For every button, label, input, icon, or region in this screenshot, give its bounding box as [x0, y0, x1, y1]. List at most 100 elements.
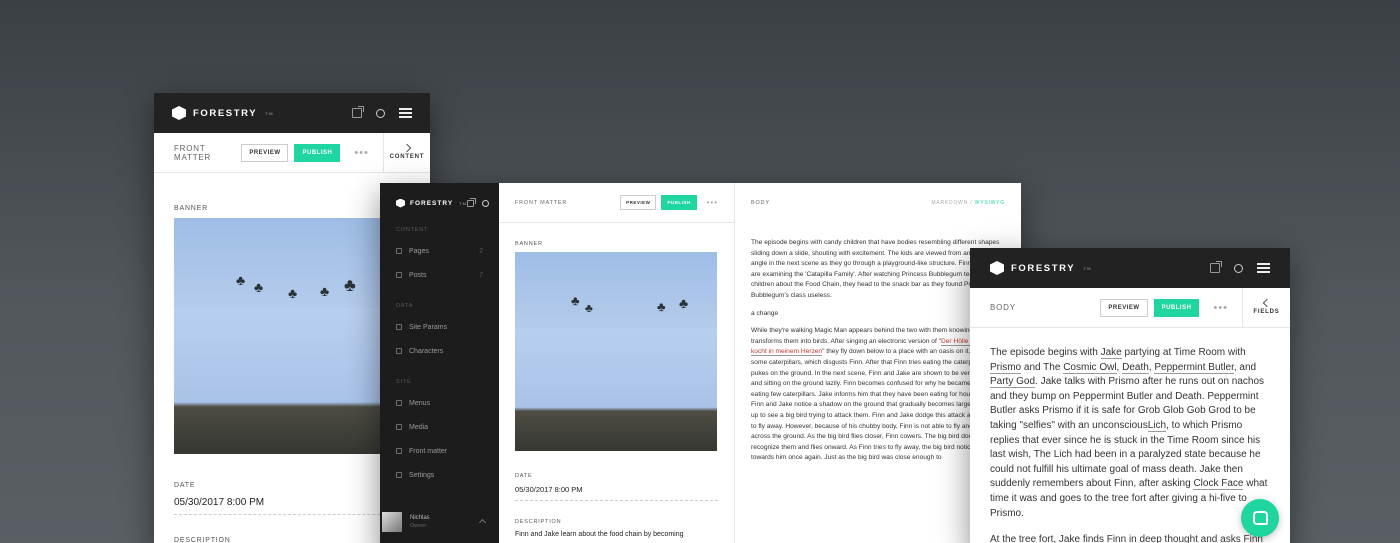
brand-tm: TM [459, 200, 467, 206]
more-options-button[interactable]: ••• [354, 147, 369, 159]
body-link[interactable]: Peppermint Butler [1154, 361, 1234, 374]
frontmatter-icon [396, 448, 402, 454]
brand-tm: TM [265, 110, 275, 116]
sidebar-item-count: 7 [479, 271, 483, 279]
hamburger-menu-icon[interactable] [1257, 263, 1270, 273]
body-paragraph: While they're walking Magic Man appears … [751, 326, 1005, 464]
chevron-right-icon [402, 143, 412, 153]
palm-tree-4: ♣ [679, 295, 689, 311]
description-label: DESCRIPTION [515, 519, 562, 525]
app-header: FORESTRY TM [970, 248, 1290, 288]
editor-toolbar: FRONT MATTER PREVIEW PUBLISH ••• CONTENT [154, 132, 430, 173]
palm-tree-2: ♣ [585, 301, 593, 315]
editor-toolbar: FRONT MATTER PREVIEW PUBLISH ••• [499, 183, 734, 223]
description-label: DESCRIPTION [174, 537, 231, 543]
body-title: BODY [751, 200, 770, 206]
external-link-icon[interactable] [1210, 261, 1222, 273]
body-toolbar: BODY PREVIEW PUBLISH ••• FIELDS [970, 287, 1290, 328]
more-options-button[interactable]: ••• [707, 198, 718, 207]
markdown-mode[interactable]: MARKDOWN [931, 200, 968, 206]
more-options-button[interactable]: ••• [1213, 302, 1228, 314]
brand-name: FORESTRY [193, 107, 258, 119]
user-profile[interactable]: Nichlas Owner [380, 509, 499, 535]
publish-button[interactable]: PUBLISH [294, 143, 341, 162]
description-input[interactable]: Finn and Jake learn about the food chain… [515, 531, 718, 538]
body-paragraph: The episode begins with Jake partying at… [990, 346, 1270, 521]
publish-button[interactable]: PUBLISH [661, 195, 697, 210]
publish-button[interactable]: PUBLISH [1153, 298, 1200, 317]
sidebar-item-pages[interactable]: Pages 2 [380, 239, 499, 263]
preview-button[interactable]: PREVIEW [620, 195, 657, 210]
status-circle-icon[interactable] [481, 199, 489, 207]
hamburger-menu-icon[interactable] [399, 108, 412, 118]
palm-tree-5: ♣ [344, 275, 356, 295]
forestry-logo-icon [990, 261, 1004, 275]
sidebar-section-title: SITE [396, 379, 412, 385]
forestry-logo-icon [396, 198, 405, 208]
sidebar-item-media[interactable]: Media [380, 415, 499, 439]
chat-launcher-button[interactable] [1241, 499, 1279, 537]
status-circle-icon[interactable] [1234, 263, 1243, 273]
chevron-left-icon [1262, 298, 1271, 308]
sidebar-item-menus[interactable]: Menus [380, 391, 499, 415]
app-header: FORESTRY TM [154, 93, 430, 133]
body-paragraph: The episode begins with candy children t… [751, 239, 1001, 299]
sidebar-item-label: Front matter [409, 447, 448, 455]
body-link[interactable]: Prismo [990, 361, 1022, 374]
palm-tree-3: ♣ [657, 299, 666, 314]
sidebar-item-characters[interactable]: Characters [380, 339, 499, 363]
forestry-logo-icon [172, 106, 186, 120]
body-text-span: and The [1021, 361, 1064, 373]
forestry-logo[interactable]: FORESTRY TM [990, 261, 1092, 275]
body-link[interactable]: Jake [1100, 347, 1122, 359]
post-icon [396, 272, 402, 278]
banner-image[interactable]: ♣ ♣ ♣ ♣ ♣ [174, 218, 380, 454]
body-link[interactable]: Cosmic Owl [1063, 361, 1117, 374]
banner-image[interactable]: ♣ ♣ ♣ ♣ [515, 252, 717, 451]
body-link[interactable]: Clock Face [1193, 478, 1244, 491]
banner-label: BANNER [515, 241, 543, 247]
palm-tree-4: ♣ [320, 283, 330, 299]
avatar [382, 512, 402, 532]
chevron-up-icon[interactable] [478, 518, 487, 526]
characters-icon [396, 348, 402, 354]
sidebar-item-posts[interactable]: Posts 7 [380, 263, 499, 287]
body-link[interactable]: Lich [1147, 419, 1167, 432]
forestry-logo[interactable]: FORESTRY TM [396, 198, 467, 208]
body-link[interactable]: Party God [990, 376, 1036, 389]
date-input[interactable]: 05/30/2017 8:00 PM [515, 479, 718, 501]
sidebar-item-label: Site Params [409, 323, 448, 331]
preview-button[interactable]: PREVIEW [241, 143, 289, 162]
user-role: Owner [410, 523, 427, 529]
menu-icon [396, 400, 402, 406]
body-text-span: The episode begins with [990, 347, 1101, 358]
sidebar-item-front-matter[interactable]: Front matter [380, 439, 499, 463]
sidebar: FORESTRY TM CONTENT Pages 2 Posts 7 DATA Site P… [380, 183, 499, 543]
sidebar-item-label: Menus [409, 399, 431, 407]
editor-mode-toggle[interactable]: MARKDOWN / WYSIWYG [931, 200, 1005, 206]
forestry-logo[interactable]: FORESTRY TM [172, 106, 274, 120]
body-link[interactable]: Death [1122, 361, 1149, 374]
body-window-right: FORESTRY TM BODY PREVIEW PUBLISH ••• FIEL… [970, 248, 1290, 543]
fields-toggle-button[interactable]: FIELDS [1242, 287, 1290, 328]
fields-label: FIELDS [1253, 309, 1280, 315]
toolbar-title: FRONT MATTER [174, 143, 212, 162]
brand-name: FORESTRY [410, 199, 454, 207]
sidebar-section-title: CONTENT [396, 227, 429, 233]
content-toggle-button[interactable]: CONTENT [382, 132, 430, 173]
user-name: Nichlas [410, 515, 430, 521]
sidebar-item-label: Settings [409, 471, 435, 479]
palm-tree-1: ♣ [571, 293, 580, 308]
preview-button[interactable]: PREVIEW [1100, 298, 1148, 317]
sidebar-item-settings[interactable]: Settings [380, 463, 499, 487]
external-link-icon[interactable] [466, 197, 476, 207]
date-label: DATE [174, 482, 196, 489]
sidebar-nav: CONTENT Pages 2 Posts 7 DATA Site Params Charac… [380, 227, 499, 487]
status-circle-icon[interactable] [376, 108, 385, 118]
wysiwyg-mode[interactable]: WYSIWYG [975, 200, 1005, 206]
sidebar-item-site-params[interactable]: Site Params [380, 315, 499, 339]
external-link-icon[interactable] [352, 106, 364, 118]
brand-name: FORESTRY [1011, 262, 1076, 274]
sidebar-item-count: 2 [479, 247, 483, 255]
date-input[interactable]: 05/30/2017 8:00 PM [174, 489, 410, 515]
